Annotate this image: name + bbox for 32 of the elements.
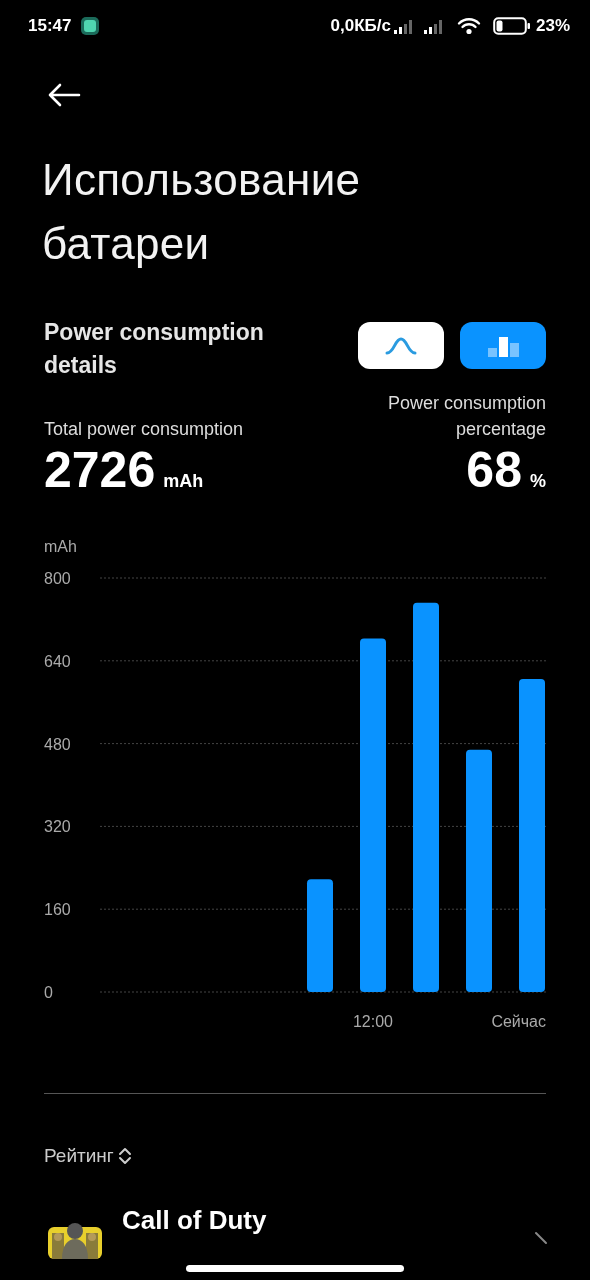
y-tick-label: 0 <box>44 984 53 1001</box>
unit-label: % <box>530 470 546 493</box>
y-tick-label: 480 <box>44 735 71 753</box>
y-tick-label: 160 <box>44 901 71 919</box>
network-speed: 0,0КБ/с <box>330 15 391 38</box>
section-title: Power consumption details <box>44 318 265 380</box>
page-title: Использование батареи <box>41 154 362 270</box>
total-label: Total power consumption <box>44 418 244 441</box>
total-value: 2726 <box>44 442 156 498</box>
sort-button[interactable]: Рейтинг <box>44 1142 132 1171</box>
sort-icon <box>117 1147 132 1166</box>
battery-percentage: 23% <box>535 15 570 38</box>
app-name[interactable]: Call of Duty <box>122 1200 267 1240</box>
unit-label: mAh <box>163 470 204 493</box>
battery-icon <box>492 17 531 35</box>
x-tick-label: Сейчас <box>491 1013 546 1030</box>
axis-unit-label: mAh <box>44 538 77 555</box>
percentage-label: Power consumption percentage <box>386 392 546 441</box>
chevron-icon <box>534 1230 548 1245</box>
signal-icon <box>422 18 445 34</box>
back-button[interactable] <box>47 82 81 108</box>
curve-chart-button[interactable] <box>358 322 444 369</box>
wifi-icon <box>456 17 481 35</box>
signal-icon <box>392 18 415 34</box>
app-notification-icon <box>80 16 101 36</box>
y-tick-label: 320 <box>44 818 71 836</box>
percentage-value: 68 <box>466 442 522 498</box>
y-tick-label: 800 <box>44 570 71 587</box>
x-tick-label: 12:00 <box>353 1013 393 1030</box>
bar-chart-button[interactable] <box>460 322 546 369</box>
y-tick-label: 640 <box>44 652 71 670</box>
status-time: 15:47 <box>28 15 72 38</box>
